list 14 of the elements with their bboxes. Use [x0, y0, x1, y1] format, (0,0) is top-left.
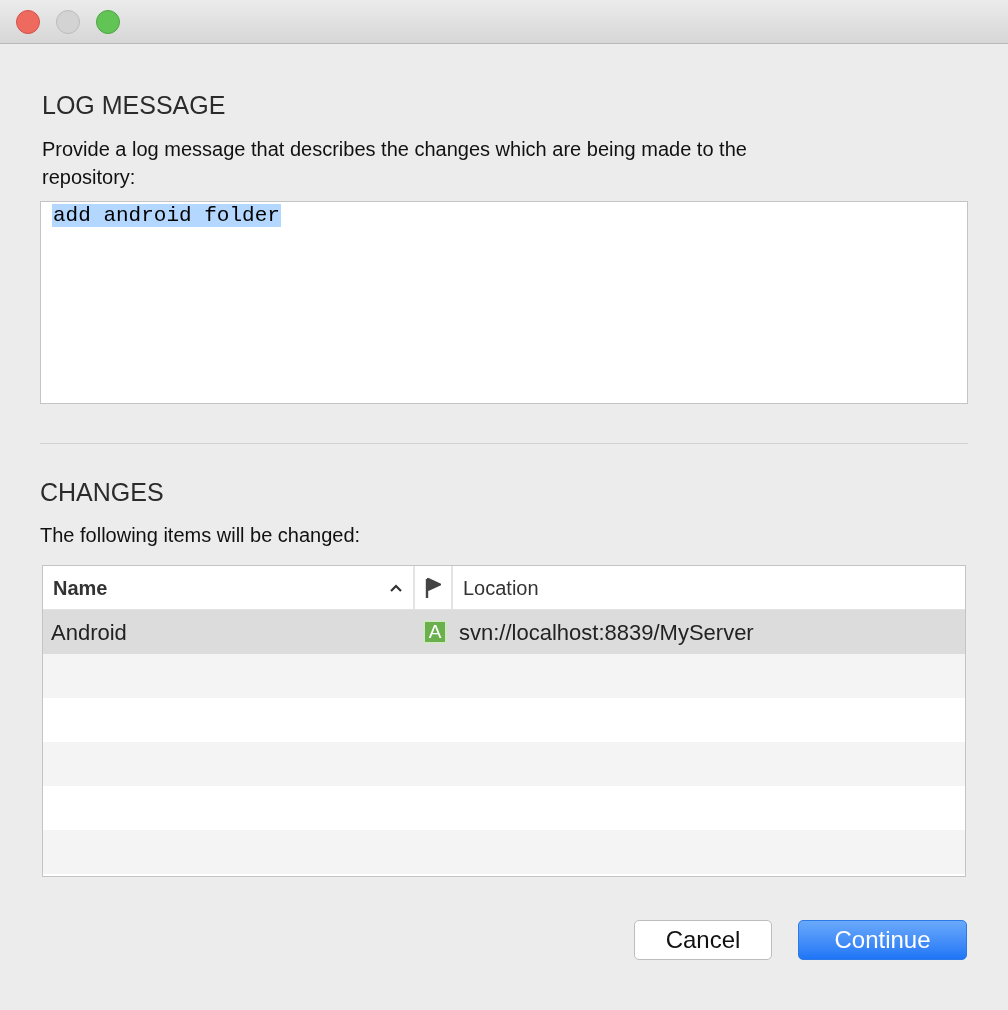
description-text: Provide a log message that describes the changes which are being made to the repository: — [42, 137, 748, 190]
close-button[interactable] — [16, 9, 40, 34]
column-header[interactable]: Location — [453, 566, 965, 609]
status-badge: A — [423, 620, 447, 644]
section-heading: LOG MESSAGE — [42, 90, 226, 120]
table-row[interactable]: Android A svn://localhost:8839/MyServer — [43, 610, 965, 654]
flag-icon — [425, 577, 441, 598]
table-cell: svn://localhost:8839/MyServer — [459, 619, 754, 645]
zoom-button[interactable] — [96, 9, 120, 34]
log-message-field[interactable]: add android folder — [40, 201, 968, 404]
table-cell: Android — [51, 619, 127, 645]
description-text: The following items will be changed: — [40, 523, 361, 548]
section-heading: CHANGES — [40, 477, 164, 507]
cancel-button[interactable]: Cancel — [634, 920, 772, 960]
